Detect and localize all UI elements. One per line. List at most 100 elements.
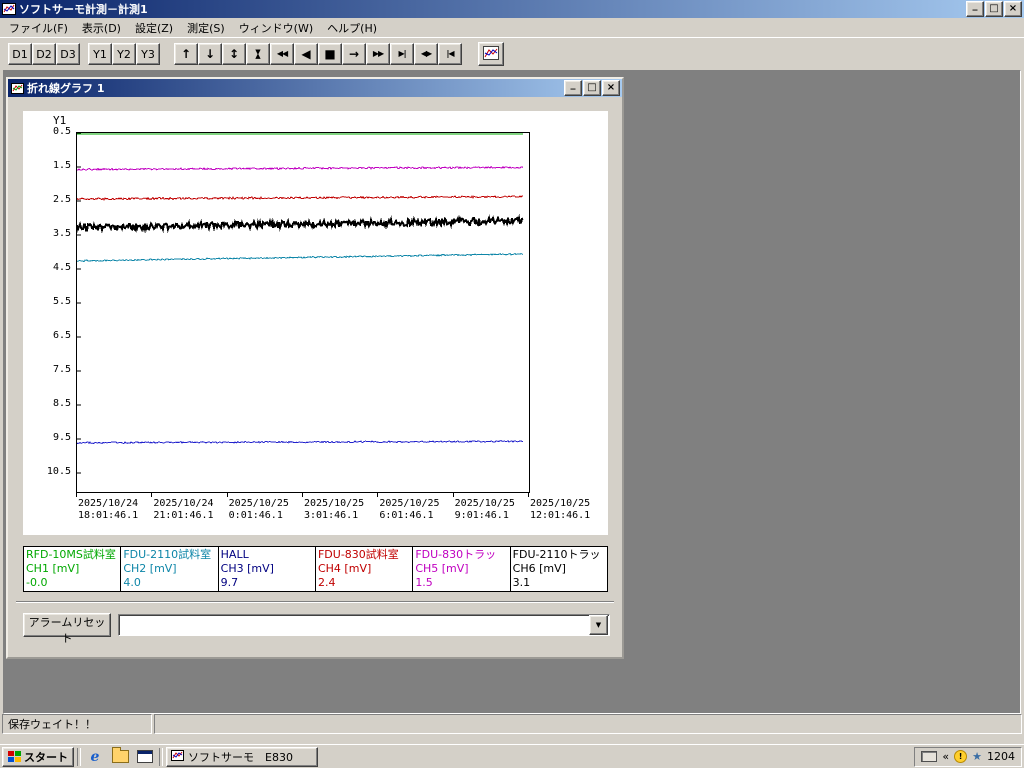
toolbar-button-fit-vertical[interactable]: ↕ <box>222 43 246 65</box>
taskbar-app-button[interactable]: ソフトサーモ E830 <box>166 746 318 767</box>
alert-glyph: ! <box>958 752 963 761</box>
legend-device: FDU-2110試料室 <box>123 548 212 561</box>
y-tick-labels: 0.5 1.5 2.5 3.5 4.5 5.5 6.5 7.5 8.5 9.5 10.5 <box>23 111 73 535</box>
x-tick-mark <box>226 492 228 497</box>
toolbar-button-hourglass[interactable]: ▼ ▲ <box>246 43 270 65</box>
legend-value: 1.5 <box>415 576 433 589</box>
fast-forward-icon: ▶▶ <box>372 49 384 58</box>
toolbar-button-skip-to-end[interactable]: ▶| <box>390 43 414 65</box>
channel-legend: RFD-10MS試料室 CH1 [mV] -0.0 FDU-2110試料室 CH2 [m… <box>23 546 608 592</box>
menu-item[interactable]: ファイル(F) <box>2 18 75 38</box>
legend-value: 4.0 <box>123 576 141 589</box>
legend-value: 2.4 <box>317 576 336 589</box>
toolbar-button-d3[interactable]: D3 <box>56 43 80 65</box>
toolbar-button-fast-rewind[interactable]: ◀◀ <box>270 43 294 65</box>
graph-close-button[interactable]: × <box>602 80 620 96</box>
skip-to-start-icon: |◀ <box>446 49 454 58</box>
toolbar-button-scroll-up[interactable]: ↑ <box>174 43 198 65</box>
menu-item[interactable]: ウィンドウ(W) <box>232 18 320 38</box>
y-tick-label: 1.5 <box>52 160 71 171</box>
menu-item[interactable]: 測定(S) <box>180 18 232 38</box>
close-button[interactable]: × <box>1004 1 1022 17</box>
chart-panel: Y1 0.5 1.5 2.5 3.5 4.5 5.5 6.5 7.5 8.5 9.5 10.5 20… <box>23 111 608 535</box>
toolbar-button-d2[interactable]: D2 <box>32 43 56 65</box>
graph-window: 折れ線グラフ 1 _ □ × Y1 0.5 1.5 2.5 3.5 4.5 5.5 6.5 7… <box>6 77 624 659</box>
y-tick-label: 6.5 <box>52 330 71 341</box>
legend-channel: CH1 [mV] <box>26 562 80 575</box>
y-tick-label: 0.5 <box>52 126 71 137</box>
x-tick-mark <box>528 492 529 497</box>
x-tick-mark <box>76 492 77 497</box>
app-task-icon <box>171 749 184 764</box>
internet-explorer-icon: e <box>90 748 100 765</box>
graph-window-titlebar[interactable]: 折れ線グラフ 1 _ □ × <box>8 79 622 97</box>
ime-keyboard-icon[interactable] <box>921 751 938 762</box>
status-panel-secondary <box>154 714 1022 734</box>
toolbar-nav-group: ↑ ↓ ↕ ▼ ▲ ◀◀ ◀ ■ → ▶▶ ▶| ◀▶ |◀ <box>174 43 462 65</box>
y-tick-label: 8.5 <box>52 398 71 409</box>
alarm-reset-button[interactable]: アラームリセット <box>23 613 111 645</box>
line-graph-icon <box>483 45 499 63</box>
x-tick-time: 9:01:46.1 <box>454 510 509 521</box>
start-button[interactable]: スタート <box>2 746 74 767</box>
toolbar-button-scroll-down[interactable]: ↓ <box>198 43 222 65</box>
menu-item[interactable]: 表示(D) <box>75 18 128 38</box>
x-tick-date: 2025/10/25 <box>304 498 365 509</box>
toolbar-button-y3[interactable]: Y3 <box>136 43 160 65</box>
legend-value: 9.7 <box>220 576 239 589</box>
toolbar-button-step-forward[interactable]: → <box>342 43 366 65</box>
mdi-area: 折れ線グラフ 1 _ □ × Y1 0.5 1.5 2.5 3.5 4.5 5.5 6.5 7… <box>3 70 1021 714</box>
graph-maximize-button[interactable]: □ <box>583 80 601 96</box>
trace-ch6 <box>77 213 524 234</box>
minimize-button[interactable]: _ <box>966 1 984 17</box>
legend-cell: RFD-10MS試料室 CH1 [mV] -0.0 <box>23 546 122 592</box>
desktop: ソフトサーモ計測－計測1 _ □ × ファイル(F) 表示(D) 設定(Z) 測定(S… <box>0 0 1024 768</box>
app-titlebar[interactable]: ソフトサーモ計測－計測1 _ □ × <box>0 0 1024 18</box>
folder-quicklaunch-button[interactable] <box>109 747 131 767</box>
legend-channel: CH5 [mV] <box>415 562 469 575</box>
toolbar-button-d1[interactable]: D1 <box>8 43 32 65</box>
alert-tray-icon[interactable]: ! <box>954 750 968 763</box>
scroll-down-icon: ↓ <box>204 47 216 61</box>
toolbar-button-step-back[interactable]: ◀ <box>294 43 318 65</box>
combobox-dropdown-button[interactable]: ▼ <box>589 615 608 635</box>
legend-cell: FDU-2110試料室 CH2 [mV] 4.0 <box>120 546 219 592</box>
maximize-button[interactable]: □ <box>985 1 1003 17</box>
toolbar-button-expand-horizontal[interactable]: ◀▶ <box>414 43 438 65</box>
graph-button[interactable] <box>478 42 504 66</box>
legend-value: -0.0 <box>26 576 48 589</box>
legend-device: RFD-10MS試料室 <box>26 548 116 561</box>
hourglass-bottom: ▲ <box>255 52 261 60</box>
plot-area[interactable] <box>76 132 530 493</box>
skip-to-end-icon: ▶| <box>398 49 406 58</box>
menu-item[interactable]: ヘルプ(H) <box>320 18 384 38</box>
toolbar-button-y1[interactable]: Y1 <box>88 43 112 65</box>
show-desktop-icon <box>137 750 153 763</box>
alarm-combobox[interactable]: ▼ <box>118 614 610 636</box>
legend-channel: CH2 [mV] <box>123 562 177 575</box>
graph-minimize-button[interactable]: _ <box>564 80 582 96</box>
stop-icon: ■ <box>324 47 336 61</box>
windows-logo-icon <box>8 750 21 763</box>
toolbar-button-fast-forward[interactable]: ▶▶ <box>366 43 390 65</box>
legend-device: FDU-830試料室 <box>317 548 399 561</box>
toolbar-button-stop[interactable]: ■ <box>318 43 342 65</box>
start-label: スタート <box>24 750 68 764</box>
legend-device: FDU-830トラッ <box>415 548 497 561</box>
ie-quicklaunch-button[interactable]: e <box>84 747 106 767</box>
tray-collapse-chevron[interactable]: « <box>942 751 949 762</box>
legend-cell: FDU-830試料室 CH4 [mV] 2.4 <box>314 546 414 592</box>
x-tick-date: 2025/10/25 <box>530 498 591 509</box>
desktop-quicklaunch-button[interactable] <box>134 747 156 767</box>
toolbar-button-skip-to-start[interactable]: |◀ <box>438 43 462 65</box>
legend-channel: CH3 [mV] <box>220 562 274 575</box>
y-tick-label: 9.5 <box>52 432 71 443</box>
graph-window-icon <box>10 82 24 95</box>
trace-ch2 <box>77 253 524 262</box>
trace-ch3 <box>77 440 523 445</box>
x-tick-time: 0:01:46.1 <box>228 510 283 521</box>
toolbar-button-y2[interactable]: Y2 <box>112 43 136 65</box>
toolbar: D1 D2 D3 Y1 Y2 Y3 ↑ ↓ ↕ ▼ ▲ ◀◀ ◀ ■ → ▶▶ ▶| ◀▶ |◀ <box>0 37 1024 70</box>
menu-item[interactable]: 設定(Z) <box>128 18 180 38</box>
star-tray-icon[interactable]: ★ <box>972 751 982 762</box>
